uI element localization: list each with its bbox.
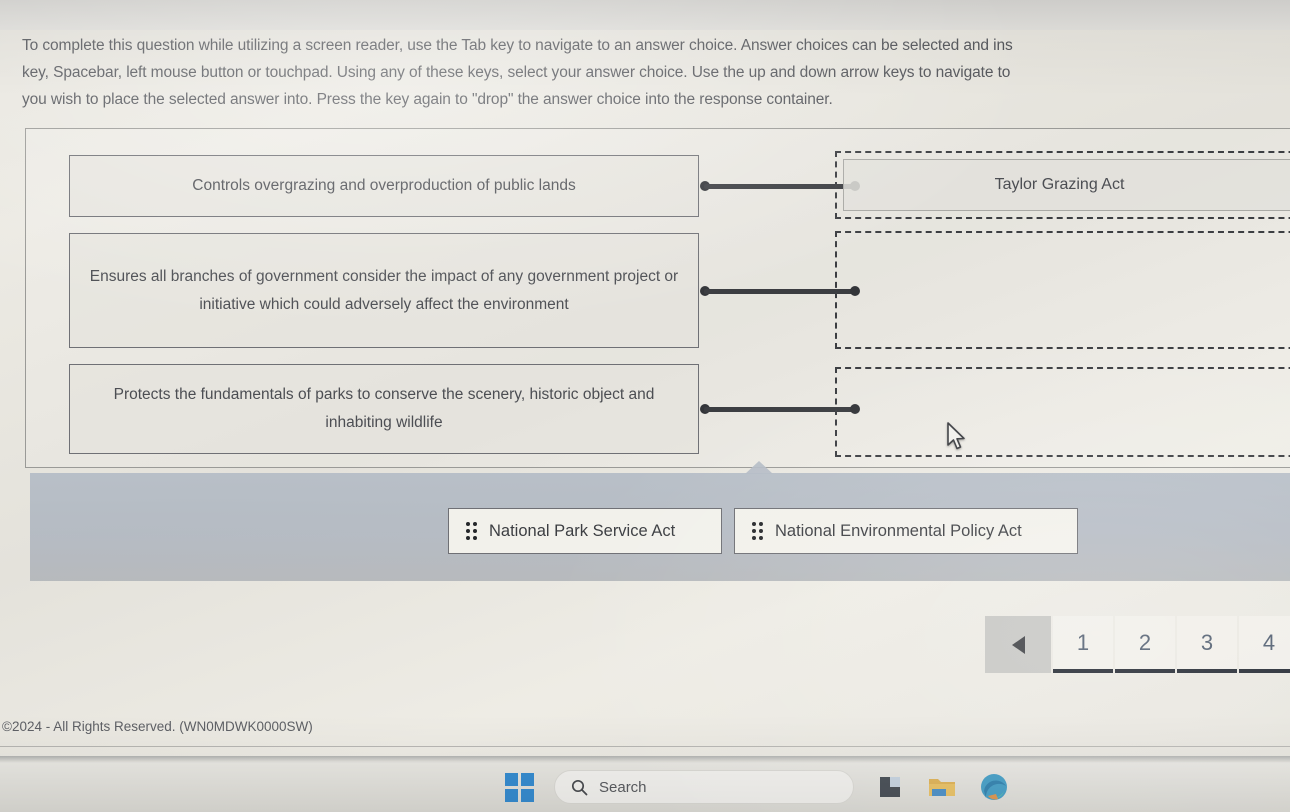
pagination-page-label: 1 [1076, 629, 1090, 655]
footer-divider [0, 746, 1290, 747]
photographed-screen: To complete this question while utilizin… [0, 0, 1290, 812]
answer-choice[interactable]: National Park Service Act [448, 508, 722, 554]
drag-grip-icon[interactable] [466, 522, 477, 540]
instructions-line-2: key, Spacebar, left mouse button or touc… [22, 64, 1011, 81]
prompt-label: Protects the fundamentals of parks to co… [113, 386, 655, 431]
answer-choice-label: National Environmental Policy Act [775, 521, 1022, 540]
file-explorer-icon[interactable] [926, 771, 958, 803]
drop-zone[interactable]: Taylor Grazing Act [835, 151, 1290, 219]
pagination-page-4[interactable]: 4 [1239, 616, 1290, 673]
taskbar-search-placeholder: Search [599, 778, 647, 796]
search-icon [571, 779, 588, 795]
dropped-answer-chip[interactable]: Taylor Grazing Act [843, 159, 1290, 211]
pagination-page-1[interactable]: 1 [1053, 616, 1113, 673]
top-blank-strip [0, 0, 1290, 30]
prompt-box: Controls overgrazing and overproduction … [69, 155, 699, 217]
prompt-label: Ensures all branches of government consi… [89, 267, 679, 313]
widgets-icon[interactable] [874, 771, 906, 803]
taskbar-search-box[interactable]: Search [554, 770, 854, 804]
answer-choice[interactable]: National Environmental Policy Act [734, 508, 1078, 554]
prompt-box: Ensures all branches of government consi… [69, 233, 699, 348]
instructions-line-1: To complete this question while utilizin… [22, 37, 1013, 54]
pagination-page-2[interactable]: 2 [1115, 616, 1175, 673]
connector-bar [704, 407, 856, 412]
drag-grip-icon[interactable] [752, 522, 763, 540]
triangle-left-icon [1011, 635, 1025, 654]
windows-taskbar: Search [0, 762, 1290, 812]
connector-bar [704, 289, 856, 294]
pagination-page-label: 2 [1138, 629, 1152, 655]
drop-zone[interactable] [835, 367, 1290, 457]
footer-copyright: ©2024 - All Rights Reserved. (WN0MDWK000… [2, 719, 313, 734]
drop-zone[interactable] [835, 231, 1290, 349]
instructions-text: To complete this question while utilizin… [22, 32, 1290, 113]
answer-choice-label: National Park Service Act [489, 521, 676, 540]
pagination-page-label: 4 [1262, 629, 1276, 655]
dropped-answer-label: Taylor Grazing Act [994, 176, 1125, 193]
mouse-cursor-icon [947, 422, 965, 450]
prompt-box: Protects the fundamentals of parks to co… [69, 364, 699, 454]
question-panel: Controls overgrazing and overproduction … [25, 128, 1290, 468]
pagination-page-label: 3 [1200, 629, 1214, 655]
pagination-page-3[interactable]: 3 [1177, 616, 1237, 673]
edge-browser-icon[interactable] [978, 771, 1010, 803]
prompt-label: Controls overgrazing and overproduction … [192, 177, 576, 194]
connector-bar [704, 184, 856, 189]
taskbar-shadow [0, 756, 1290, 763]
pagination-prev-button[interactable] [985, 616, 1051, 673]
windows-start-icon[interactable] [505, 772, 534, 802]
instructions-line-3: you wish to place the selected answer in… [22, 91, 833, 108]
pagination: 1 2 3 4 [985, 616, 1290, 673]
